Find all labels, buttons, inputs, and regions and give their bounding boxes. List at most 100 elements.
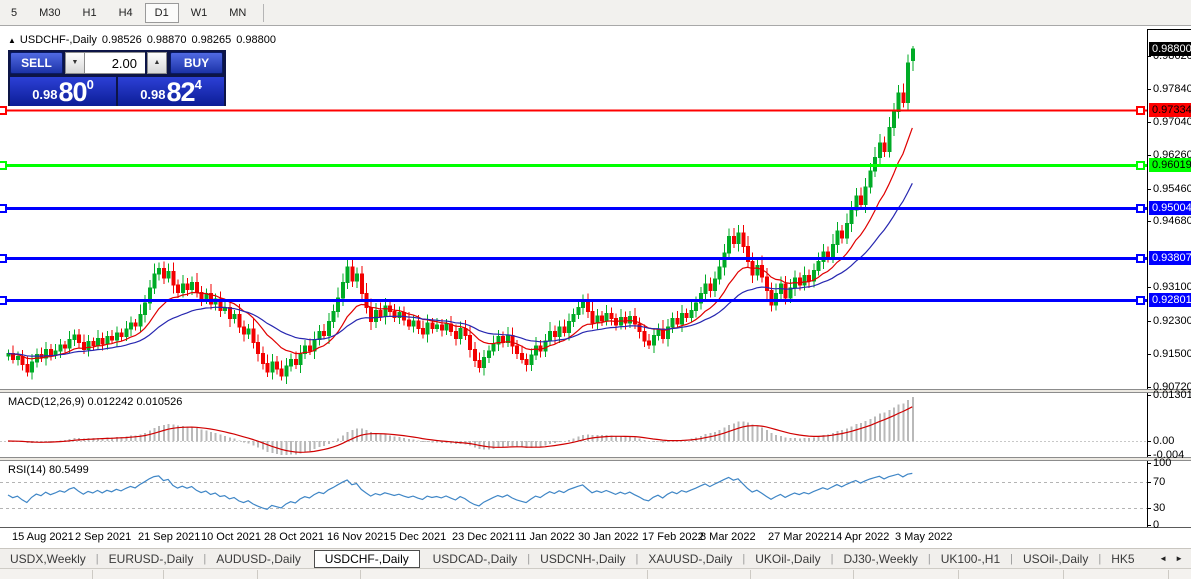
rsi-tick-label: 30 — [1153, 502, 1165, 514]
buy-price-prefix: 0.98 — [140, 85, 165, 105]
symbol-label: USDCHF-,Daily — [20, 34, 97, 46]
price-tick-label: 0.95460 — [1153, 183, 1191, 195]
buy-price-big: 82 — [167, 80, 195, 105]
price-tick-mark — [1147, 122, 1151, 123]
price-tick-mark — [1147, 56, 1151, 57]
volume-increase-button[interactable]: ▲ — [147, 52, 167, 74]
macd-tick-label: 0.00 — [1153, 435, 1174, 447]
status-bar — [0, 568, 1191, 579]
chart-tab-bar: USDX,Weekly|EURUSD-,Daily|AUDUSD-,Daily|… — [0, 548, 1191, 568]
price-tick-label: 0.93100 — [1153, 281, 1191, 293]
status-bar-cell-separator — [163, 570, 164, 579]
chart-tab-usoil-daily[interactable]: USOil-,Daily — [1013, 550, 1098, 568]
chart-tab-usdcnh-daily[interactable]: USDCNH-,Daily — [530, 550, 635, 568]
chart-tab-eurusd-daily[interactable]: EURUSD-,Daily — [99, 550, 204, 568]
sell-button[interactable]: SELL — [10, 52, 63, 74]
ohlc-header: ▲ USDCHF-,Daily 0.98526 0.98870 0.98265 0.988… — [8, 34, 281, 46]
timeframe-button-w1[interactable]: W1 — [181, 3, 218, 23]
price-scale-divider[interactable] — [1147, 29, 1148, 528]
date-label: 30 Jan 2022 — [578, 531, 639, 543]
price-level-box-support-level-blue-3: 0.92801 — [1149, 293, 1191, 307]
rsi-tick-mark — [1147, 525, 1151, 526]
one-click-trade-panel: SELL ▼ ▲ BUY 0.98 80 0 0.98 82 4 — [8, 50, 226, 106]
price-tick-mark — [1147, 221, 1151, 222]
date-axis[interactable]: 15 Aug 20212 Sep 202121 Sep 202110 Oct 2… — [0, 528, 1191, 548]
chart-tab-usdchf-daily[interactable]: USDCHF-,Daily — [314, 550, 420, 568]
buy-price-pip: 4 — [195, 78, 202, 91]
sell-price-prefix: 0.98 — [32, 85, 57, 105]
macd-label: MACD(12,26,9) 0.012242 0.010526 — [8, 396, 182, 408]
date-label: 21 Sep 2021 — [138, 531, 200, 543]
price-level-box-resistance-level: 0.97334 — [1149, 103, 1191, 117]
chart-tab-usdcad-daily[interactable]: USDCAD-,Daily — [423, 550, 528, 568]
macd-tick-mark — [1147, 455, 1151, 456]
date-label: 5 Dec 2021 — [390, 531, 446, 543]
macd-tick-mark — [1147, 441, 1151, 442]
date-label: 16 Nov 2021 — [327, 531, 389, 543]
chart-tab-uk100-h1[interactable]: UK100-,H1 — [931, 550, 1010, 568]
ohlc-low: 0.98265 — [191, 34, 231, 46]
timeframe-button-mn[interactable]: MN — [219, 3, 256, 23]
chart-tab-audusd-daily[interactable]: AUDUSD-,Daily — [206, 550, 311, 568]
chart-tab-xauusd-daily[interactable]: XAUUSD-,Daily — [638, 550, 742, 568]
price-tick-mark — [1147, 155, 1151, 156]
timeframe-button-5[interactable]: 5 — [1, 3, 27, 23]
sell-price-display[interactable]: 0.98 80 0 — [10, 77, 116, 106]
status-bar-cell-separator — [1168, 570, 1169, 579]
date-label: 11 Jan 2022 — [515, 531, 575, 543]
volume-input[interactable] — [85, 52, 145, 74]
chart-tab-ukoil-daily[interactable]: UKOil-,Daily — [745, 550, 830, 568]
price-tick-mark — [1147, 89, 1151, 90]
price-tick-label: 0.91500 — [1153, 348, 1191, 360]
date-label: 14 Apr 2022 — [830, 531, 889, 543]
buy-button[interactable]: BUY — [170, 52, 223, 74]
price-level-box-support-level-blue-1: 0.95004 — [1149, 201, 1191, 215]
rsi-tick-mark — [1147, 482, 1151, 483]
chart-tab-hk5[interactable]: HK5 — [1101, 550, 1144, 568]
date-label: 23 Dec 2021 — [452, 531, 514, 543]
rsi-tick-label: 70 — [1153, 476, 1165, 488]
ohlc-high: 0.98870 — [147, 34, 187, 46]
macd-tick-mark — [1147, 395, 1151, 396]
chart-tab-usdx-weekly[interactable]: USDX,Weekly — [0, 550, 96, 568]
price-tick-mark — [1147, 354, 1151, 355]
date-label: 3 May 2022 — [895, 531, 952, 543]
rsi-tick-mark — [1147, 463, 1151, 464]
price-level-box-support-level-blue-2: 0.93807 — [1149, 251, 1191, 265]
rsi-value: 80.5499 — [49, 464, 89, 476]
tab-scroll-arrows: ◄► — [1155, 552, 1191, 565]
price-level-box-support-level-green: 0.96019 — [1149, 158, 1191, 172]
status-bar-cell-separator — [647, 570, 648, 579]
sell-price-big: 80 — [59, 80, 87, 105]
date-label: 27 Mar 2022 — [768, 531, 830, 543]
collapse-triangle-icon[interactable]: ▲ — [8, 36, 16, 45]
date-label: 28 Oct 2021 — [264, 531, 324, 543]
status-bar-cell-separator — [750, 570, 751, 579]
price-tick-label: 0.92300 — [1153, 315, 1191, 327]
price-tick-mark — [1147, 321, 1151, 322]
date-label: 15 Aug 2021 — [12, 531, 74, 543]
timeframe-button-h1[interactable]: H1 — [73, 3, 107, 23]
rsi-splitter[interactable] — [0, 457, 1191, 461]
macd-main-value: 0.012242 — [87, 396, 133, 408]
chart-tab-dj30-weekly[interactable]: DJ30-,Weekly — [833, 550, 927, 568]
price-tick-label: 0.97040 — [1153, 116, 1191, 128]
rsi-label: RSI(14) 80.5499 — [8, 464, 89, 476]
buy-price-display[interactable]: 0.98 82 4 — [118, 77, 224, 106]
tab-scroll-right-icon[interactable]: ► — [1171, 552, 1187, 565]
rsi-tick-label: 100 — [1153, 457, 1171, 469]
sell-price-pip: 0 — [87, 78, 94, 91]
timeframe-button-h4[interactable]: H4 — [109, 3, 143, 23]
status-bar-cell-separator — [958, 570, 959, 579]
tab-scroll-left-icon[interactable]: ◄ — [1155, 552, 1171, 565]
ohlc-open: 0.98526 — [102, 34, 142, 46]
macd-splitter[interactable] — [0, 389, 1191, 393]
volume-decrease-button[interactable]: ▼ — [65, 52, 85, 74]
price-tick-mark — [1147, 387, 1151, 388]
timeframe-button-m30[interactable]: M30 — [29, 3, 70, 23]
timeframe-button-d1[interactable]: D1 — [145, 3, 179, 23]
ohlc-close: 0.98800 — [236, 34, 276, 46]
status-bar-cell-separator — [360, 570, 361, 579]
price-level-box-current-bid: 0.98800 — [1149, 42, 1191, 56]
date-label: 10 Oct 2021 — [201, 531, 261, 543]
